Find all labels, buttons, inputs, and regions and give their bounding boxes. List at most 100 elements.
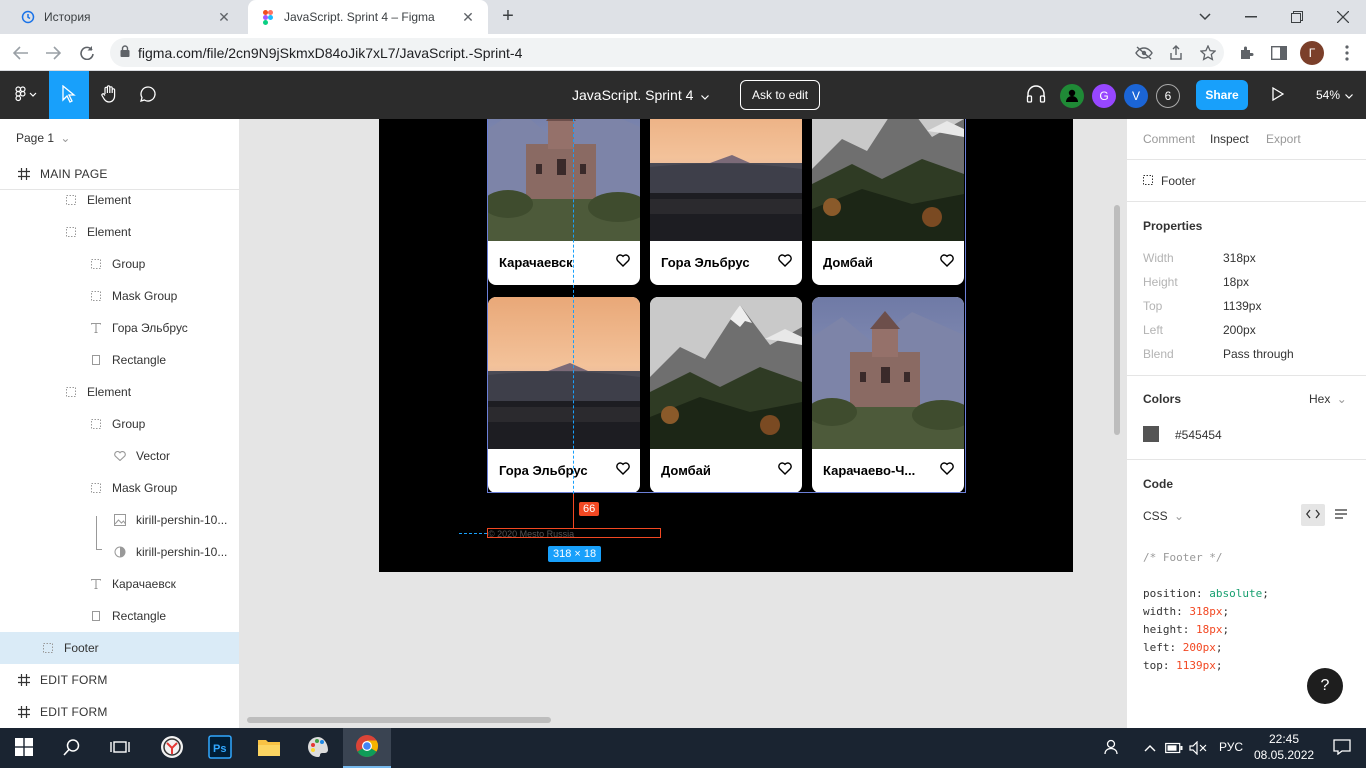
place-card[interactable]: Домбай — [650, 297, 802, 493]
side-panel-icon[interactable] — [1268, 42, 1290, 64]
main-menu-button[interactable] — [4, 71, 48, 119]
language-indicator[interactable]: РУС — [1219, 740, 1243, 754]
place-card[interactable]: Домбай — [812, 119, 964, 285]
browser-menu-icon[interactable] — [1336, 42, 1358, 64]
close-icon[interactable]: ✕ — [216, 9, 232, 25]
layer-row[interactable]: EDIT FORM — [0, 696, 239, 728]
zoom-menu[interactable]: 54% — [1316, 71, 1353, 119]
people-button[interactable] — [1092, 728, 1132, 768]
ask-to-edit-button[interactable]: Ask to edit — [740, 80, 821, 110]
place-card[interactable]: Карачаево-Ч... — [812, 297, 964, 493]
heart-icon[interactable] — [616, 462, 630, 476]
tab-search-icon[interactable] — [1194, 6, 1216, 28]
page-selector[interactable]: Page 1 ⌄ — [16, 131, 70, 145]
tab-comment[interactable]: Comment — [1143, 132, 1195, 146]
layer-row[interactable]: kirill-pershin-10... — [0, 536, 239, 568]
property-value[interactable]: 318px — [1223, 251, 1256, 265]
photoshop-app[interactable]: Ps — [196, 728, 244, 768]
layer-row[interactable]: Element — [0, 184, 239, 216]
layer-row[interactable]: Карачаевск — [0, 568, 239, 600]
tab-inspect[interactable]: Inspect — [1210, 132, 1249, 146]
layer-row[interactable]: Гора Эльбрус — [0, 312, 239, 344]
task-view-button[interactable] — [96, 728, 144, 768]
color-hex-value[interactable]: #545454 — [1175, 428, 1222, 442]
search-button[interactable] — [48, 728, 96, 768]
forward-icon[interactable] — [42, 42, 64, 64]
reload-icon[interactable] — [76, 42, 98, 64]
css-code-block[interactable]: /* Footer */ position: absolute; width: 3… — [1143, 549, 1269, 675]
heart-icon[interactable] — [778, 254, 792, 268]
present-button[interactable] — [1258, 71, 1298, 119]
color-swatch[interactable] — [1143, 426, 1159, 442]
property-value[interactable]: Pass through — [1223, 347, 1294, 361]
tab-history[interactable]: История ✕ — [8, 0, 244, 34]
layer-row[interactable]: Mask Group — [0, 280, 239, 312]
help-button[interactable]: ? — [1307, 668, 1343, 704]
eye-off-icon[interactable] — [1133, 42, 1155, 64]
layer-row[interactable]: Group — [0, 408, 239, 440]
layer-row[interactable]: Mask Group — [0, 472, 239, 504]
close-icon[interactable]: ✕ — [460, 9, 476, 25]
layer-row[interactable]: Rectangle — [0, 344, 239, 376]
close-window-icon[interactable] — [1332, 6, 1354, 28]
file-title-menu[interactable]: JavaScript. Sprint 4 — [572, 71, 710, 119]
layer-row[interactable]: Rectangle — [0, 600, 239, 632]
battery-icon[interactable] — [1163, 728, 1185, 768]
heart-icon[interactable] — [940, 254, 954, 268]
color-format-select[interactable]: Hex ⌄ — [1309, 392, 1347, 406]
heart-icon[interactable] — [940, 462, 954, 476]
audio-button[interactable] — [1016, 71, 1056, 119]
vertical-scrollbar[interactable] — [1114, 205, 1120, 435]
clock[interactable]: 22:45 08.05.2022 — [1254, 731, 1314, 763]
place-card[interactable]: Карачаевск — [488, 119, 640, 285]
tab-figma[interactable]: JavaScript. Sprint 4 – Figma ✕ — [248, 0, 488, 34]
yandex-browser-app[interactable] — [148, 728, 196, 768]
heart-icon[interactable] — [616, 254, 630, 268]
comment-tool-button[interactable] — [128, 71, 168, 119]
place-card[interactable]: Гора Эльбрус — [650, 119, 802, 285]
layer-row[interactable]: Element — [0, 376, 239, 408]
list-view-button[interactable] — [1329, 504, 1353, 526]
profile-avatar[interactable]: Г — [1300, 41, 1324, 65]
hand-tool-button[interactable] — [89, 71, 129, 119]
chrome-app[interactable] — [343, 728, 391, 768]
move-tool-button[interactable] — [49, 71, 89, 119]
extensions-icon[interactable] — [1236, 42, 1258, 64]
speaker-muted-icon[interactable] — [1187, 728, 1209, 768]
tray-chevron-up-icon[interactable] — [1140, 728, 1160, 768]
more-collaborators-badge[interactable]: 6 — [1156, 84, 1180, 108]
property-value[interactable]: 18px — [1223, 275, 1249, 289]
property-value[interactable]: 200px — [1223, 323, 1256, 337]
layer-row[interactable]: EDIT FORM — [0, 664, 239, 696]
start-button[interactable] — [0, 728, 48, 768]
footer-selection[interactable] — [487, 528, 661, 538]
heart-icon[interactable] — [778, 462, 792, 476]
layer-row[interactable]: Footer — [0, 632, 239, 664]
avatar[interactable]: G — [1092, 84, 1116, 108]
notifications-button[interactable] — [1318, 728, 1366, 768]
code-language-select[interactable]: CSS ⌄ — [1143, 509, 1184, 523]
back-icon[interactable] — [10, 42, 32, 64]
code-view-button[interactable] — [1301, 504, 1325, 526]
horizontal-scrollbar[interactable] — [247, 717, 551, 723]
layer-row[interactable]: kirill-pershin-10... — [0, 504, 239, 536]
paint-app[interactable] — [294, 728, 342, 768]
minimize-icon[interactable] — [1240, 6, 1262, 28]
new-tab-button[interactable]: + — [498, 6, 518, 27]
property-value[interactable]: 1139px — [1223, 299, 1261, 313]
layer-row[interactable]: Vector — [0, 440, 239, 472]
layer-row[interactable]: Element — [0, 216, 239, 248]
layer-row[interactable]: Group — [0, 248, 239, 280]
group-icon — [1143, 174, 1153, 188]
share-page-icon[interactable] — [1165, 42, 1187, 64]
tab-export[interactable]: Export — [1266, 132, 1301, 146]
place-card[interactable]: Гора Эльбрус — [488, 297, 640, 493]
restore-icon[interactable] — [1286, 6, 1308, 28]
bookmark-star-icon[interactable] — [1197, 42, 1219, 64]
url-field[interactable]: figma.com/file/2cn9N9jSkmxD84oJik7xL7/Ja… — [110, 38, 1224, 67]
avatar[interactable]: V — [1124, 84, 1148, 108]
canvas[interactable]: Карачаевск Гора Эльбрус Домбай Гора Эльбрус… — [240, 119, 1126, 728]
share-button[interactable]: Share — [1196, 80, 1248, 110]
avatar[interactable] — [1060, 84, 1084, 108]
file-explorer-app[interactable] — [245, 728, 293, 768]
